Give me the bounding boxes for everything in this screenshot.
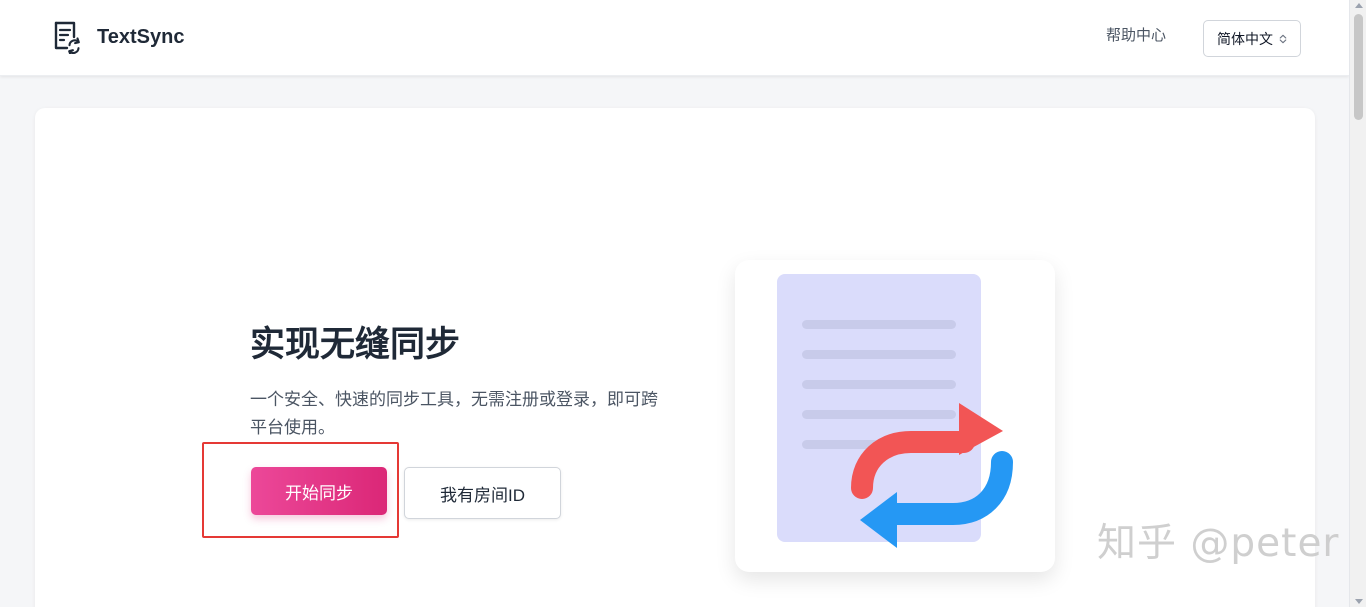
scroll-up-icon[interactable] [1355, 3, 1363, 8]
language-select[interactable]: 简体中文 [1203, 20, 1301, 57]
hero-title: 实现无缝同步 [250, 325, 461, 366]
brand-name: TextSync [97, 26, 185, 48]
scrollbar-thumb[interactable] [1354, 14, 1363, 120]
document-sync-illustration [735, 260, 1055, 572]
scroll-down-icon[interactable] [1355, 599, 1363, 604]
document-sync-graphic [777, 274, 1013, 548]
hero-description: 一个安全、快速的同步工具，无需注册或登录，即可跨平台使用。 [250, 390, 658, 438]
document-sync-icon [54, 21, 80, 54]
vertical-scrollbar[interactable] [1349, 0, 1366, 607]
brand[interactable]: TextSync [50, 20, 184, 54]
document-page-graphic [777, 274, 981, 542]
app-shell: TextSync 帮助中心 简体中文 实现无缝同步 一个安全、快速的同步工具，无… [0, 0, 1349, 607]
top-navigation-bar: TextSync 帮助中心 简体中文 [0, 0, 1349, 76]
chevron-up-down-icon [1279, 34, 1287, 43]
hero-card [35, 108, 1315, 607]
help-center-link[interactable]: 帮助中心 [1106, 28, 1166, 43]
start-sync-button[interactable]: 开始同步 [251, 467, 387, 515]
language-select-value: 简体中文 [1217, 31, 1273, 48]
join-room-button[interactable]: 我有房间ID [404, 467, 561, 519]
